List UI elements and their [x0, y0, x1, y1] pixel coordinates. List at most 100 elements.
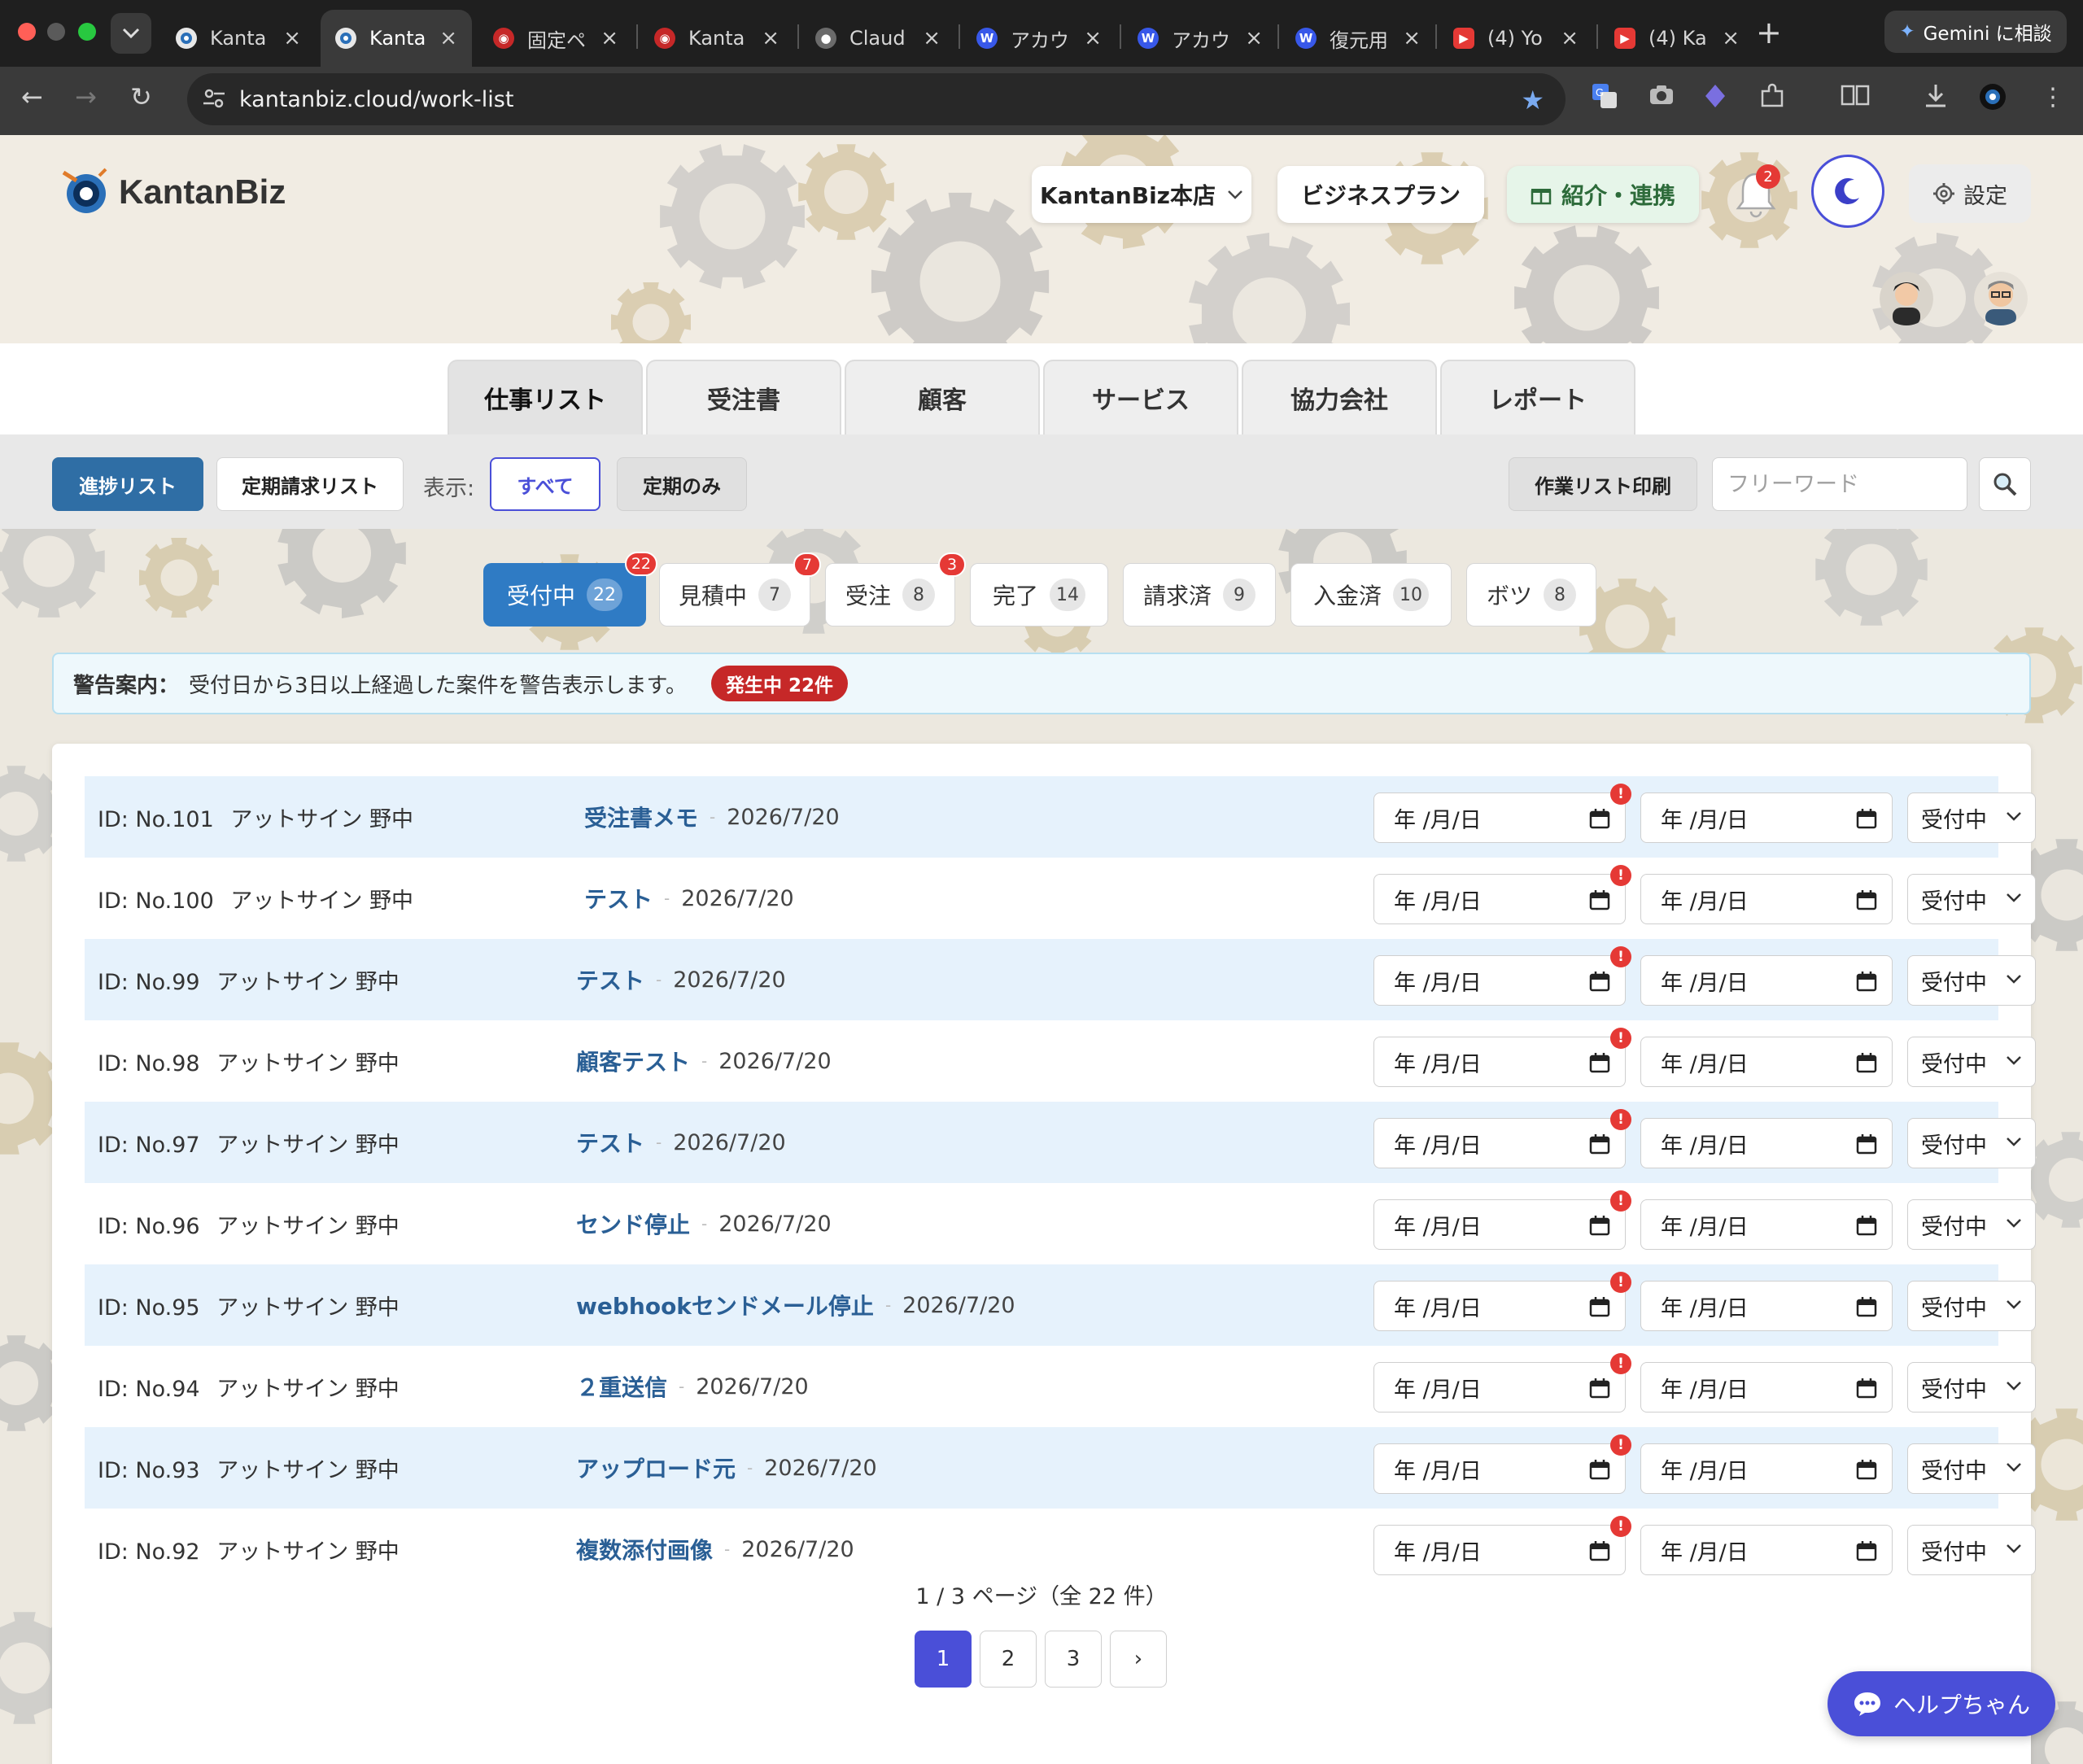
start-date-input[interactable]: 年 /月/日 ! [1373, 784, 1631, 843]
translate-icon[interactable]: G [1592, 83, 1618, 109]
table-row[interactable]: ID: No.94 アットサイン 野中 ２重送信 - 2026/7/20 年 /… [85, 1346, 2036, 1427]
calendar-icon[interactable] [1589, 1459, 1610, 1480]
plan-button[interactable]: ビジネスプラン [1277, 166, 1484, 223]
row-title-link[interactable]: センド停止 [576, 1207, 690, 1240]
status-select[interactable]: 受付中 [1907, 1037, 2036, 1087]
tab-orders[interactable]: 受注書 [646, 360, 841, 434]
end-date-input[interactable]: 年 /月/日 [1640, 1525, 1893, 1575]
page-button-3[interactable]: 3 [1045, 1631, 1102, 1688]
status-select[interactable]: 受付中 [1907, 1443, 2036, 1494]
close-window-button[interactable] [18, 23, 36, 41]
browser-tab[interactable]: ▶ (4) Yo × [1439, 10, 1593, 67]
back-button[interactable]: ← [21, 81, 43, 112]
browser-tab[interactable]: ◉ 固定ペ × [478, 10, 633, 67]
store-select[interactable]: KantanBiz本店 [1032, 166, 1251, 223]
calendar-icon[interactable] [1589, 1296, 1610, 1317]
calendar-icon[interactable] [1589, 889, 1610, 910]
calendar-icon[interactable] [1589, 808, 1610, 829]
settings-button[interactable]: 設定 [1909, 164, 2031, 223]
camera-icon[interactable] [1648, 83, 1675, 106]
status-tab-completed[interactable]: 完了 14 [970, 563, 1108, 627]
avatar[interactable] [1880, 272, 1933, 325]
calendar-icon[interactable] [1589, 971, 1610, 992]
progress-list-button[interactable]: 進捗リスト [52, 457, 203, 511]
search-input[interactable] [1712, 457, 1967, 511]
row-title-link[interactable]: webhookセンドメール停止 [576, 1289, 874, 1321]
start-date-input[interactable]: 年 /月/日 ! [1373, 1109, 1631, 1168]
filter-all-button[interactable]: すべて [490, 457, 600, 511]
start-date-input[interactable]: 年 /月/日 ! [1373, 1190, 1631, 1250]
page-button-1[interactable]: 1 [915, 1631, 972, 1688]
calendar-icon[interactable] [1856, 808, 1877, 829]
browser-tab[interactable]: W 復元用 × [1281, 10, 1435, 67]
calendar-icon[interactable] [1856, 1378, 1877, 1399]
status-select[interactable]: 受付中 [1907, 1362, 2036, 1413]
table-row[interactable]: ID: No.99 アットサイン 野中 テスト - 2026/7/20 年 /月… [85, 939, 2036, 1020]
profile-icon[interactable] [1979, 83, 2007, 111]
download-icon[interactable] [1924, 83, 1948, 109]
calendar-icon[interactable] [1589, 1133, 1610, 1155]
tab-work-list[interactable]: 仕事リスト [448, 360, 643, 434]
calendar-icon[interactable] [1856, 1215, 1877, 1236]
row-title-link[interactable]: ２重送信 [576, 1370, 667, 1403]
table-row[interactable]: ID: No.93 アットサイン 野中 アップロード元 - 2026/7/20 … [85, 1427, 2036, 1509]
logo[interactable]: KantanBiz [59, 166, 286, 218]
new-tab-button[interactable]: + [1756, 15, 1782, 50]
help-chat-button[interactable]: ヘルプちゃん [1828, 1671, 2055, 1736]
close-icon[interactable]: × [1403, 26, 1421, 50]
minimize-window-button[interactable] [47, 23, 65, 41]
extension-gem-icon[interactable] [1704, 83, 1727, 109]
end-date-input[interactable]: 年 /月/日 [1640, 1118, 1893, 1168]
status-tab-ordered[interactable]: 受注 8 3 [825, 552, 966, 627]
browser-tab[interactable]: ▶ (4) Ka × [1600, 10, 1754, 67]
bookmark-star-icon[interactable]: ★ [1521, 85, 1544, 116]
table-row[interactable]: ID: No.98 アットサイン 野中 顧客テスト - 2026/7/20 年 … [85, 1020, 2036, 1102]
end-date-input[interactable]: 年 /月/日 [1640, 1199, 1893, 1250]
filter-periodic-only-button[interactable]: 定期のみ [617, 457, 747, 511]
start-date-input[interactable]: 年 /月/日 ! [1373, 865, 1631, 924]
start-date-input[interactable]: 年 /月/日 ! [1373, 1434, 1631, 1494]
calendar-icon[interactable] [1589, 1215, 1610, 1236]
status-tab-invoiced[interactable]: 請求済 9 [1123, 563, 1276, 627]
table-row[interactable]: ID: No.97 アットサイン 野中 テスト - 2026/7/20 年 /月… [85, 1102, 2036, 1183]
browser-tab[interactable]: W アカウ × [1123, 10, 1277, 67]
calendar-icon[interactable] [1856, 889, 1877, 910]
status-select[interactable]: 受付中 [1907, 792, 2036, 843]
table-row[interactable]: ID: No.101 アットサイン 野中 受注書メモ - 2026/7/20 年… [85, 776, 2036, 858]
calendar-icon[interactable] [1589, 1540, 1610, 1561]
row-title-link[interactable]: 複数添付画像 [576, 1533, 713, 1565]
calendar-icon[interactable] [1589, 1378, 1610, 1399]
status-select[interactable]: 受付中 [1907, 1281, 2036, 1331]
start-date-input[interactable]: 年 /月/日 ! [1373, 1028, 1631, 1087]
end-date-input[interactable]: 年 /月/日 [1640, 955, 1893, 1006]
calendar-icon[interactable] [1856, 1052, 1877, 1073]
end-date-input[interactable]: 年 /月/日 [1640, 792, 1893, 843]
reading-list-icon[interactable] [1841, 83, 1870, 107]
browser-tab[interactable]: ◉ Kanta × [640, 10, 794, 67]
browser-tab[interactable]: W アカウ × [962, 10, 1116, 67]
browser-menu-icon[interactable]: ⋮ [2041, 83, 2065, 111]
row-title-link[interactable]: アップロード元 [576, 1452, 736, 1484]
close-icon[interactable]: × [1084, 26, 1102, 50]
start-date-input[interactable]: 年 /月/日 ! [1373, 946, 1631, 1006]
end-date-input[interactable]: 年 /月/日 [1640, 1037, 1893, 1087]
status-select[interactable]: 受付中 [1907, 874, 2036, 924]
close-icon[interactable]: × [1561, 26, 1579, 50]
close-icon[interactable]: × [923, 26, 941, 50]
row-title-link[interactable]: 受注書メモ [584, 801, 698, 833]
search-button[interactable] [1979, 457, 2031, 511]
close-icon[interactable]: × [439, 26, 457, 50]
gemini-button[interactable]: ✦ Gemini に相談 [1884, 11, 2067, 53]
row-title-link[interactable]: テスト [584, 882, 653, 915]
end-date-input[interactable]: 年 /月/日 [1640, 874, 1893, 924]
zoom-window-button[interactable] [78, 23, 96, 41]
referral-button[interactable]: 紹介・連携 [1507, 166, 1699, 223]
start-date-input[interactable]: 年 /月/日 ! [1373, 1272, 1631, 1331]
browser-tab-active[interactable]: Kanta × [321, 10, 472, 67]
status-tab-rejected[interactable]: ボツ 8 [1466, 563, 1596, 627]
omnibox[interactable]: kantanbiz.cloud/work-list ★ [187, 73, 1566, 125]
status-tab-paid[interactable]: 入金済 10 [1290, 563, 1452, 627]
avatar[interactable] [1974, 272, 2028, 325]
status-tab-received[interactable]: 受付中 22 22 [483, 552, 657, 627]
table-row[interactable]: ID: No.96 アットサイン 野中 センド停止 - 2026/7/20 年 … [85, 1183, 2036, 1264]
